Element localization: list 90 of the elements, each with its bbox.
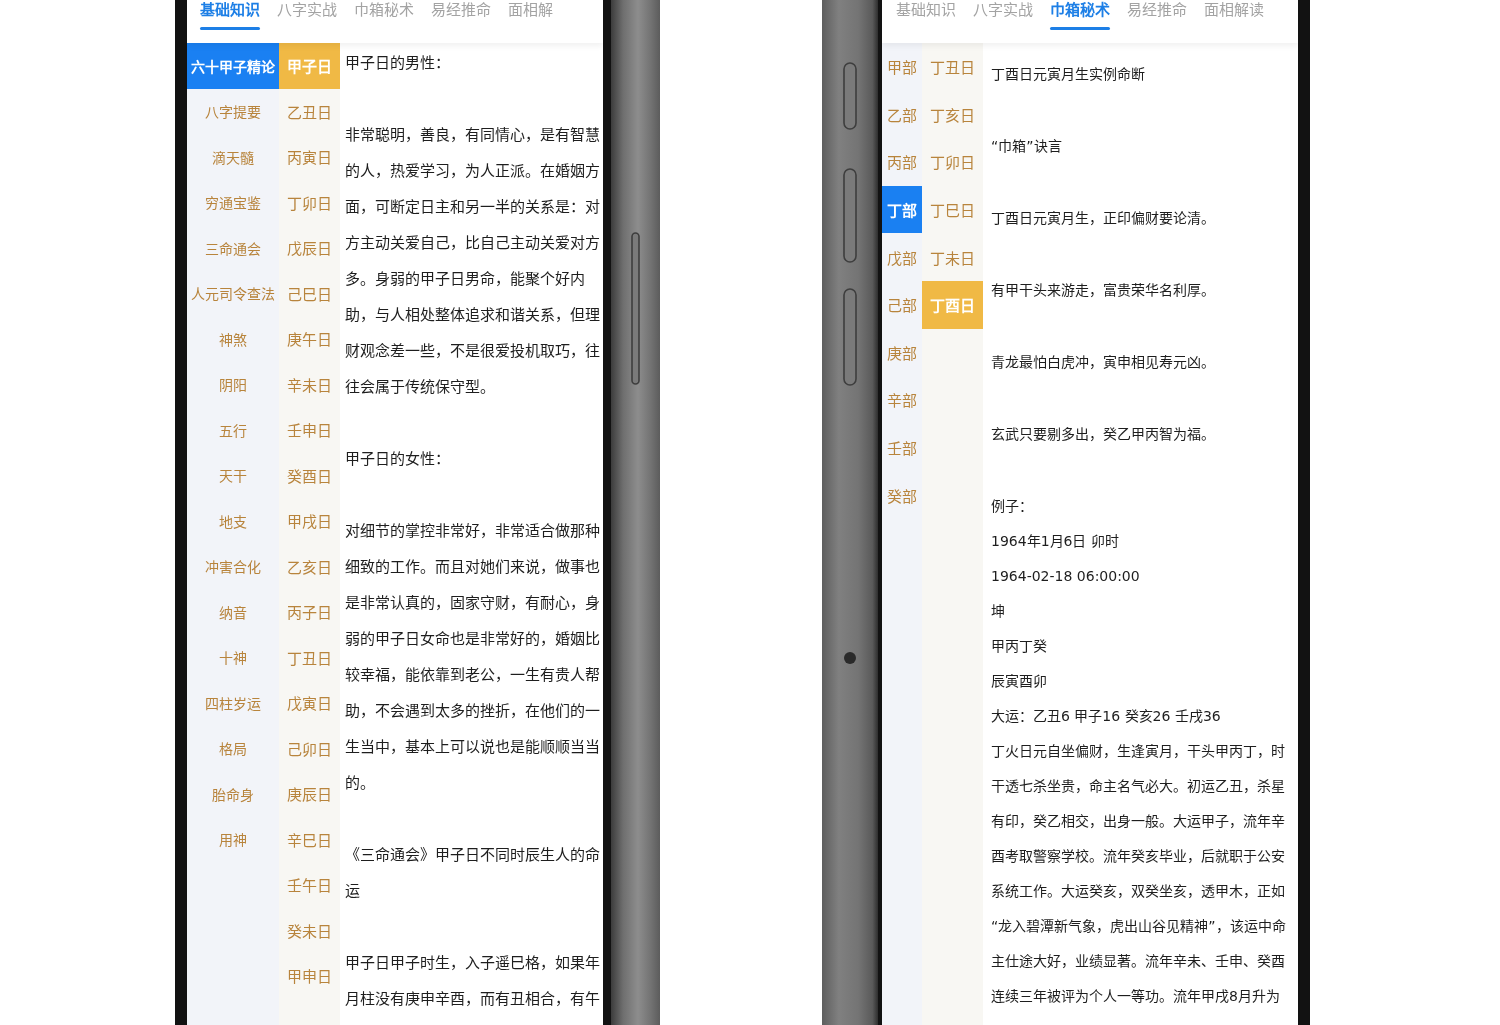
article-paragraph: 有甲干头来游走，富贵荣华名利厚。 <box>991 281 1216 300</box>
day-item[interactable]: 庚辰日 <box>279 771 340 817</box>
article-paragraph: 丁火日元自坐偏财，生逢寅月，干头甲丙丁，时干透七杀坐贵，命主名气必大。初运乙丑，杀星有印，癸乙相交，出身一般。大运甲子，流年辛酉考取警察学校。流年癸亥毕业，后就职于公安系统工作。大运癸亥，双癸坐亥，透甲木，正如“龙入碧潭新气象，虎出山谷见精神”，该运中命主仕途大好，业绩显著。流年辛未、壬申、癸酉连续三年被评为个人一等功。流年甲戌8月升为 <box>991 742 1287 1006</box>
article-paragraph: 非常聪明，善良，有同情心，是有智慧的人，热爱学习，为人正派。在婚姻方面，可断定日主和另一半的关系是：对方主动关爱自己，比自己主动关爱对方多。身弱的甲子日男命，能聚个好内助，与人相处整体追求和谐关系，但理财观念差一些，不是很爱投机取巧，往往会属于传统保守型。 <box>345 125 601 398</box>
category-item[interactable]: 四柱岁运 <box>187 680 279 726</box>
tab[interactable]: 易经推命 <box>431 0 491 30</box>
tab[interactable]: 八字实战 <box>973 0 1033 30</box>
article-paragraph: 甲子日甲子时生，入子遥巳格，如果年月柱没有庚申辛酉，而有丑相合，有午 <box>345 953 601 1010</box>
category-item[interactable]: 冲害合化 <box>187 543 279 589</box>
tab[interactable]: 巾箱秘术 <box>354 0 414 30</box>
category-item[interactable]: 戊部 <box>882 233 922 281</box>
day-item[interactable]: 庚午日 <box>279 316 340 362</box>
day-item[interactable]: 辛未日 <box>279 361 340 407</box>
day-item[interactable]: 甲申日 <box>279 953 340 999</box>
tab[interactable]: 易经推命 <box>1127 0 1187 30</box>
category-item[interactable]: 癸部 <box>882 471 922 519</box>
category-item[interactable]: 辛部 <box>882 376 922 424</box>
day-item[interactable]: 癸酉日 <box>279 452 340 498</box>
tab[interactable]: 面相解 <box>508 0 553 30</box>
category-item[interactable]: 十神 <box>187 634 279 680</box>
tab[interactable]: 巾箱秘术 <box>1050 0 1110 30</box>
category-item[interactable]: 丁部 <box>882 185 922 234</box>
category-item[interactable]: 甲部 <box>882 43 922 91</box>
category-item[interactable]: 纳音 <box>187 589 279 635</box>
article-paragraph: 甲子日的女性： <box>345 449 451 470</box>
tab[interactable]: 面相解读 <box>1204 0 1264 30</box>
article-paragraph: 大运：乙丑6 甲子16 癸亥26 壬戌36 <box>991 707 1222 726</box>
article-paragraph: 坤 <box>991 602 1006 621</box>
category-item[interactable]: 胎命身 <box>187 771 279 817</box>
side-hole-icon <box>844 652 856 664</box>
day-item[interactable]: 癸未日 <box>279 907 340 953</box>
day-item[interactable]: 壬申日 <box>279 407 340 453</box>
category-item[interactable]: 壬部 <box>882 423 922 472</box>
category-item[interactable]: 乙部 <box>882 90 922 139</box>
article-paragraph: 青龙最怕白虎冲，寅申相见寿元凶。 <box>991 353 1216 372</box>
day-item[interactable]: 丁酉日 <box>922 280 983 329</box>
article-paragraph: 对细节的掌控非常好，非常适合做那种细致的工作。而且对她们来说，做事也是非常认真的，固家守财，有耐心，身弱的甲子日女命也是非常好的，婚姻比较幸福，能依靠到老公，一生有贵人帮助，不会遇到太多的挫折，在他们的一生当中，基本上可以说也是能顺顺当当的。 <box>345 521 601 794</box>
category-item[interactable]: 神煞 <box>187 316 279 362</box>
day-item[interactable]: 己巳日 <box>279 270 340 316</box>
day-item[interactable]: 丁卯日 <box>922 138 983 186</box>
day-item[interactable]: 丁丑日 <box>279 634 340 680</box>
category-item[interactable]: 三命通会 <box>187 225 279 271</box>
article-paragraph: 甲子日的男性： <box>345 53 451 74</box>
day-item[interactable]: 壬午日 <box>279 862 340 908</box>
category-item[interactable]: 阴阳 <box>187 361 279 407</box>
day-item[interactable]: 甲子日 <box>279 43 340 89</box>
article-paragraph: 玄武只要剔多出，癸乙甲丙智为福。 <box>991 425 1216 444</box>
article-paragraph: 甲丙丁癸 <box>991 637 1048 656</box>
category-item[interactable]: 丙部 <box>882 138 922 186</box>
day-item[interactable]: 丁未日 <box>922 233 983 281</box>
side-button-icon <box>843 168 857 263</box>
day-item[interactable]: 甲戌日 <box>279 498 340 544</box>
category-item[interactable]: 五行 <box>187 407 279 453</box>
article-paragraph: 辰寅酉卯 <box>991 672 1048 691</box>
category-item[interactable]: 格局 <box>187 725 279 771</box>
side-button-icon <box>843 288 857 386</box>
tab[interactable]: 基础知识 <box>896 0 956 30</box>
category-item[interactable]: 己部 <box>882 280 922 329</box>
article-paragraph: 丁酉日元寅月生，正印偏财要论清。 <box>991 209 1216 228</box>
day-item[interactable]: 辛巳日 <box>279 816 340 862</box>
article-paragraph: 丁酉日元寅月生实例命断 <box>991 65 1146 84</box>
day-item[interactable]: 丙子日 <box>279 589 340 635</box>
day-item[interactable]: 乙亥日 <box>279 543 340 589</box>
day-item[interactable]: 戊寅日 <box>279 680 340 726</box>
category-item[interactable]: 六十甲子精论 <box>187 43 279 89</box>
category-item[interactable]: 用神 <box>187 816 279 862</box>
side-button-icon <box>631 232 640 385</box>
article-paragraph: 1964-02-18 06:00:00 <box>991 567 1141 586</box>
article-paragraph: 1964年1月6日 卯时 <box>991 532 1120 551</box>
day-item[interactable]: 乙丑日 <box>279 88 340 134</box>
tab[interactable]: 八字实战 <box>277 0 337 30</box>
day-item[interactable]: 丁亥日 <box>922 90 983 139</box>
article-paragraph: 《三命通会》甲子日不同时辰生人的命运 <box>345 845 601 902</box>
category-item[interactable]: 滴天髓 <box>187 134 279 180</box>
category-item[interactable]: 穷通宝鉴 <box>187 179 279 225</box>
category-item[interactable]: 庚部 <box>882 328 922 377</box>
tab[interactable]: 基础知识 <box>200 0 260 30</box>
category-item[interactable]: 八字提要 <box>187 88 279 134</box>
day-item[interactable]: 丁卯日 <box>279 179 340 225</box>
day-item[interactable]: 丁丑日 <box>922 43 983 91</box>
side-button-icon <box>843 62 857 130</box>
day-item[interactable]: 丙寅日 <box>279 134 340 180</box>
article-paragraph: “巾箱”诀言 <box>991 137 1063 156</box>
article-paragraph: 例子： <box>991 497 1034 516</box>
day-item[interactable]: 戊辰日 <box>279 225 340 271</box>
day-item[interactable]: 己卯日 <box>279 725 340 771</box>
category-item[interactable]: 人元司令查法 <box>187 270 279 316</box>
category-item[interactable]: 地支 <box>187 498 279 544</box>
category-item[interactable]: 天干 <box>187 452 279 498</box>
day-item[interactable]: 丁巳日 <box>922 185 983 234</box>
